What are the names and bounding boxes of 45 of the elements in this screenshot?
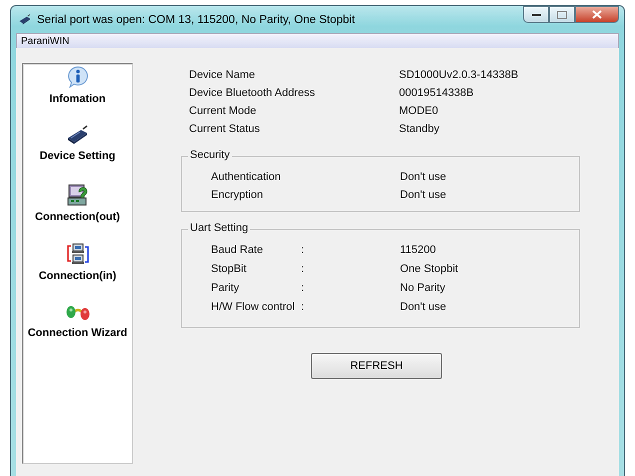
sidebar-item[interactable]: Connection(in) xyxy=(23,243,132,302)
window-title: Serial port was open: COM 13, 115200, No Parity, One Stopbit xyxy=(37,14,355,26)
menu-item[interactable]: ParaniWIN xyxy=(21,36,70,46)
field-value: Don't use xyxy=(400,301,448,313)
field-value: Don't use xyxy=(400,189,448,201)
device-icon xyxy=(18,14,32,25)
group-title: Uart Setting xyxy=(188,222,250,234)
close-button[interactable] xyxy=(575,6,619,23)
field-label: Authentication xyxy=(211,171,282,183)
field-label: Current Mode xyxy=(189,105,258,117)
field-value: MODE0 xyxy=(399,105,440,117)
refresh-button[interactable]: REFRESH xyxy=(311,353,442,379)
field-label: Current Status xyxy=(189,123,261,135)
field-label: Baud Rate xyxy=(211,244,264,256)
field-value: 115200 xyxy=(400,244,437,256)
colon-separator: : xyxy=(301,244,306,256)
sidebar-item[interactable]: Device Setting xyxy=(23,125,132,184)
computers-icon xyxy=(66,243,88,265)
minimize-icon xyxy=(532,12,540,16)
group-title: Security xyxy=(188,149,232,161)
field-label: Encryption xyxy=(211,189,264,201)
device-icon xyxy=(66,125,90,145)
colon-separator: : xyxy=(301,263,306,275)
field-value: One Stopbit xyxy=(400,263,460,275)
sidebar-item[interactable]: Connection(out) xyxy=(23,184,132,243)
field-label: Parity xyxy=(211,282,240,294)
minimize-button[interactable] xyxy=(523,6,549,23)
field-value: Don't use xyxy=(400,171,448,183)
field-value: Standby xyxy=(399,123,440,135)
colon-separator: : xyxy=(301,301,306,313)
sidebar-item[interactable]: Connection Wizard xyxy=(23,302,132,361)
field-label: Device Name xyxy=(189,69,256,81)
info-icon xyxy=(66,66,88,88)
close-icon xyxy=(592,10,602,19)
sidebar-item[interactable]: Infomation xyxy=(23,66,132,125)
colon-separator: : xyxy=(301,282,306,294)
field-label: StopBit xyxy=(211,263,248,275)
field-value: No Parity xyxy=(400,282,446,294)
field-value: SD1000Uv2.0.3-14338B xyxy=(399,69,520,81)
field-label: Device Bluetooth Address xyxy=(189,87,316,99)
maximize-button[interactable] xyxy=(549,6,575,23)
maximize-icon xyxy=(557,10,567,18)
monitor-icon xyxy=(66,184,88,206)
field-label: H/W Flow control xyxy=(211,301,296,313)
field-value: 00019514338B xyxy=(399,87,475,99)
